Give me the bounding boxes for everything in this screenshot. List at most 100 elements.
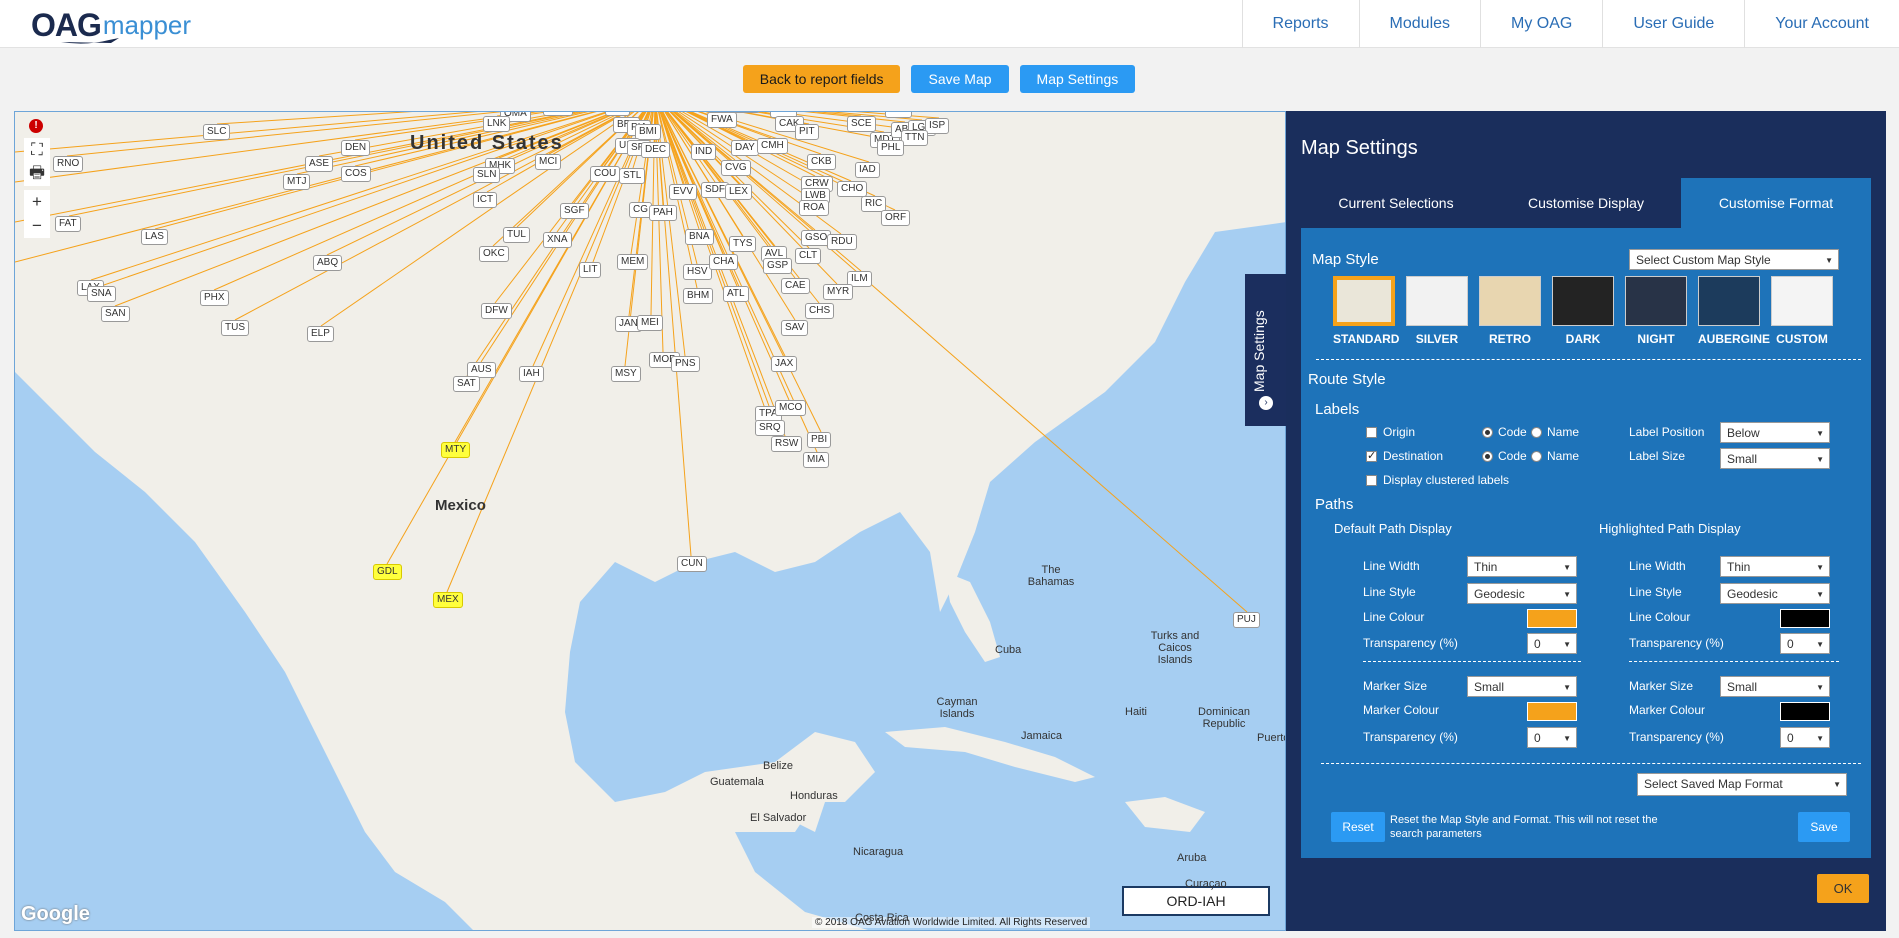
- airport-label-sln[interactable]: SLN: [473, 167, 501, 183]
- airport-label-sna[interactable]: SNA: [87, 286, 116, 302]
- airport-label-bhm[interactable]: BHM: [683, 288, 714, 304]
- tab-customise-display[interactable]: Customise Display: [1491, 178, 1681, 228]
- airport-label-dsm[interactable]: DSM: [543, 112, 574, 116]
- airport-label-cae[interactable]: CAE: [781, 278, 810, 294]
- ok-button[interactable]: OK: [1817, 874, 1869, 903]
- highlight-marker-colour-swatch[interactable]: [1780, 702, 1830, 721]
- airport-label-ckb[interactable]: CKB: [807, 154, 836, 170]
- destination-name-radio[interactable]: [1531, 451, 1542, 462]
- airport-label-evv[interactable]: EVV: [669, 184, 698, 200]
- fullscreen-icon[interactable]: ⛶: [24, 138, 50, 162]
- airport-label-gdl[interactable]: GDL: [373, 564, 402, 580]
- map-alert-icon[interactable]: !: [24, 116, 48, 136]
- airport-label-roa[interactable]: ROA: [799, 200, 829, 216]
- airport-label-bmi[interactable]: BMI: [635, 124, 661, 140]
- airport-label-cos[interactable]: COS: [341, 166, 371, 182]
- default-transparency-select[interactable]: 0: [1527, 633, 1577, 655]
- airport-label-lex[interactable]: LEX: [725, 184, 752, 200]
- highlight-transparency-select[interactable]: 0: [1780, 633, 1830, 655]
- nav-modules[interactable]: Modules: [1358, 0, 1480, 48]
- save-map-button[interactable]: Save Map: [911, 65, 1009, 93]
- airport-label-sav[interactable]: SAV: [781, 320, 809, 336]
- airport-label-mli[interactable]: MLI: [605, 112, 630, 116]
- nav-user-guide[interactable]: User Guide: [1602, 0, 1744, 48]
- airport-label-tul[interactable]: TUL: [503, 227, 530, 243]
- airport-label-cvg[interactable]: CVG: [721, 160, 751, 176]
- zoom-in-button[interactable]: +: [24, 190, 50, 214]
- airport-label-tys[interactable]: TYS: [729, 236, 757, 252]
- clustered-labels-checkbox[interactable]: [1366, 475, 1377, 486]
- airport-label-den[interactable]: DEN: [341, 140, 371, 156]
- airport-label-elp[interactable]: ELP: [307, 326, 334, 342]
- airport-label-slc[interactable]: SLC: [203, 124, 231, 140]
- airport-label-ase[interactable]: ASE: [305, 156, 334, 172]
- tab-customise-format[interactable]: Customise Format: [1681, 178, 1871, 228]
- highlight-line-colour-swatch[interactable]: [1780, 609, 1830, 628]
- highlight-marker-size-select[interactable]: Small: [1720, 676, 1830, 698]
- style-dark[interactable]: DARK: [1552, 276, 1614, 346]
- airport-label-bna[interactable]: BNA: [685, 229, 714, 245]
- airport-label-cou[interactable]: COU: [590, 166, 621, 182]
- airport-label-cho[interactable]: CHO: [837, 181, 868, 197]
- airport-label-fwa[interactable]: FWA: [707, 112, 737, 128]
- airport-label-lnk[interactable]: LNK: [483, 116, 511, 132]
- airport-label-tus[interactable]: TUS: [221, 320, 249, 336]
- airport-label-dfw[interactable]: DFW: [481, 303, 512, 319]
- airport-label-pit[interactable]: PIT: [795, 124, 819, 140]
- airport-label-pns[interactable]: PNS: [671, 356, 700, 372]
- print-icon[interactable]: 🖶: [24, 162, 50, 186]
- destination-code-radio[interactable]: [1482, 451, 1493, 462]
- style-custom[interactable]: CUSTOM: [1771, 276, 1833, 346]
- airport-label-srq[interactable]: SRQ: [755, 420, 785, 436]
- airport-label-isp[interactable]: ISP: [925, 118, 950, 134]
- highlight-line-width-select[interactable]: Thin: [1720, 556, 1830, 578]
- airport-label-myr[interactable]: MYR: [823, 284, 854, 300]
- airport-label-sgf[interactable]: SGF: [560, 203, 589, 219]
- airport-label-day[interactable]: DAY: [731, 140, 759, 156]
- reset-button[interactable]: Reset: [1331, 812, 1385, 842]
- default-line-width-select[interactable]: Thin: [1467, 556, 1577, 578]
- origin-name-radio[interactable]: [1531, 427, 1542, 438]
- airport-label-abq[interactable]: ABQ: [313, 255, 343, 271]
- airport-label-xna[interactable]: XNA: [543, 232, 572, 248]
- back-to-report-fields-button[interactable]: Back to report fields: [742, 65, 901, 93]
- airport-label-fat[interactable]: FAT: [55, 216, 81, 232]
- airport-label-stl[interactable]: STL: [619, 168, 646, 184]
- airport-label-mem[interactable]: MEM: [617, 254, 649, 270]
- airport-label-avp[interactable]: AVP: [885, 112, 913, 118]
- airport-label-pah[interactable]: PAH: [649, 205, 677, 221]
- airport-label-mia[interactable]: MIA: [803, 452, 829, 468]
- airport-label-san[interactable]: SAN: [101, 306, 130, 322]
- airport-label-rsw[interactable]: RSW: [771, 436, 803, 452]
- airport-label-orf[interactable]: ORF: [881, 210, 911, 226]
- airport-label-ind[interactable]: IND: [691, 144, 717, 160]
- destination-checkbox[interactable]: [1366, 449, 1377, 462]
- nav-my-oag[interactable]: My OAG: [1480, 0, 1602, 48]
- style-silver[interactable]: SILVER: [1406, 276, 1468, 346]
- route-map[interactable]: ! ⛶ 🖶 + − Google © 2018 OAG Aviation Wor…: [14, 111, 1286, 931]
- airport-label-clt[interactable]: CLT: [795, 248, 822, 264]
- airport-label-hsv[interactable]: HSV: [683, 264, 712, 280]
- airport-label-sce[interactable]: SCE: [847, 116, 876, 132]
- airport-label-las[interactable]: LAS: [141, 229, 168, 245]
- save-format-button[interactable]: Save: [1798, 812, 1850, 842]
- default-marker-colour-swatch[interactable]: [1527, 702, 1577, 721]
- airport-label-chs[interactable]: CHS: [805, 303, 835, 319]
- custom-map-style-select[interactable]: Select Custom Map Style: [1629, 249, 1839, 271]
- airport-label-phl[interactable]: PHL: [877, 140, 905, 156]
- saved-map-format-select[interactable]: Select Saved Map Format: [1637, 773, 1847, 796]
- airport-label-rdu[interactable]: RDU: [827, 234, 857, 250]
- airport-label-dec[interactable]: DEC: [641, 142, 671, 158]
- style-night[interactable]: NIGHT: [1625, 276, 1687, 346]
- airport-label-puj[interactable]: PUJ: [1233, 612, 1260, 628]
- style-standard[interactable]: STANDARD: [1333, 276, 1399, 346]
- airport-label-lit[interactable]: LIT: [579, 262, 602, 278]
- airport-label-rno[interactable]: RNO: [53, 156, 84, 172]
- airport-label-tol[interactable]: TOL: [733, 112, 761, 113]
- label-size-select[interactable]: Small: [1720, 448, 1830, 470]
- map-canvas[interactable]: [15, 112, 1286, 931]
- airport-label-iad[interactable]: IAD: [855, 162, 880, 178]
- airport-label-cun[interactable]: CUN: [677, 556, 707, 572]
- highlight-marker-transparency-select[interactable]: 0: [1780, 727, 1830, 749]
- airport-label-mci[interactable]: MCI: [535, 154, 562, 170]
